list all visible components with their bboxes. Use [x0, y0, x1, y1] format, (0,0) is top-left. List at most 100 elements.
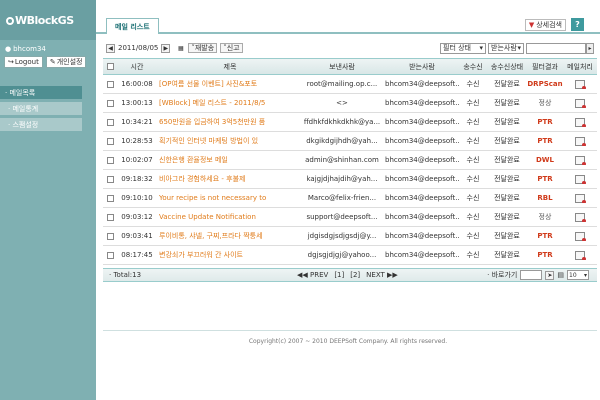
logout-button[interactable]: ↪ Logout — [4, 56, 43, 68]
mail-action-button[interactable] — [563, 117, 597, 127]
mail-action-button[interactable] — [563, 193, 597, 203]
row-checkbox[interactable] — [103, 232, 117, 240]
sidebar-item-label: · 스팸설정 — [8, 120, 39, 129]
chevron-down-icon: ▾ — [479, 44, 483, 52]
subject-link[interactable]: 루이비통, 샤넬, 구찌,프라다 짝퉁세 — [157, 231, 301, 241]
row-checkbox[interactable] — [103, 156, 117, 164]
prev-page-link[interactable]: ◀◀ PREV — [297, 271, 328, 279]
row-checkbox[interactable] — [103, 118, 117, 126]
detail-search-button[interactable]: ▼ 상세검색 — [524, 19, 566, 31]
direction-cell: 수신 — [466, 99, 480, 107]
pagination-bar: · Total:13 ◀◀ PREV [1] [2] NEXT ▶▶ · 바로가… — [103, 268, 597, 282]
subject-link[interactable]: 변강쇠가 부끄러워 간 사이트 — [157, 250, 301, 260]
table-row[interactable]: 09:03:12 Vaccine Update Notification suppo… — [103, 208, 597, 227]
row-checkbox[interactable] — [103, 80, 117, 88]
time-cell: 10:28:53 — [121, 137, 153, 145]
table-row[interactable]: 10:02:07 신한은행 환율정보 메일 admin@shinhan.com bhc… — [103, 151, 597, 170]
resend-button[interactable]: ˅ 재발송 — [188, 43, 218, 53]
sidebar-item-label: · 메일목록 — [5, 88, 36, 97]
date-display: 2011/08/05 — [118, 44, 159, 52]
time-cell: 09:03:41 — [121, 232, 153, 240]
calendar-button[interactable]: ▦ — [176, 44, 185, 53]
page-size-select[interactable]: 10 ▾ — [567, 270, 589, 280]
goto-button[interactable]: ➤ — [545, 270, 555, 280]
direction-cell: 수신 — [466, 213, 480, 221]
table-row[interactable]: 10:34:21 650만원을 입금하여 3억5천만원 품 ffdhkfdkhkdk… — [103, 113, 597, 132]
time-cell: 08:17:45 — [121, 251, 153, 259]
search-button[interactable]: ▸ — [586, 42, 594, 54]
search-input[interactable] — [526, 42, 586, 54]
mail-action-button[interactable] — [563, 98, 597, 108]
sender-cell: dgjsgjdjgj@yahoo... — [307, 251, 377, 259]
mail-action-button[interactable] — [563, 155, 597, 165]
help-button[interactable]: ? — [571, 18, 584, 31]
table-row[interactable]: 10:28:53 획기적인 인터넷 마케팅 방법이 있 dkgikdgijhdh@y… — [103, 132, 597, 151]
search-icon: ▸ — [588, 44, 592, 52]
status-cell: 전달완료 — [494, 99, 520, 107]
mail-action-button[interactable] — [563, 79, 597, 89]
row-checkbox[interactable] — [103, 213, 117, 221]
row-checkbox[interactable] — [103, 99, 117, 107]
mail-action-button[interactable] — [563, 231, 597, 241]
time-cell: 10:02:07 — [121, 156, 153, 164]
mail-action-button[interactable] — [563, 136, 597, 146]
sidebar-item-mail-list[interactable]: · 메일목록 — [0, 86, 82, 99]
page-link[interactable]: [1] — [334, 271, 344, 279]
sidebar-item-mail-stats[interactable]: · 메일통계 — [0, 102, 82, 115]
mail-action-button[interactable] — [563, 212, 597, 222]
filter-status-select[interactable]: 필터 상태 ▾ — [440, 42, 486, 54]
row-checkbox[interactable] — [103, 251, 117, 259]
mail-action-button[interactable] — [563, 250, 597, 260]
subject-link[interactable]: [OP여름 선물 이벤트] 사진&포토 — [157, 79, 301, 89]
next-date-button[interactable]: ▶ — [161, 43, 171, 53]
subject-link[interactable]: 650만원을 입금하여 3억5천만원 품 — [157, 117, 301, 127]
pagination: ◀◀ PREV [1] [2] NEXT ▶▶ — [297, 271, 398, 279]
filter-result-cell: 정상 — [538, 99, 552, 107]
subject-link[interactable]: 획기적인 인터넷 마케팅 방법이 있 — [157, 136, 301, 146]
mail-action-icon — [575, 174, 586, 184]
checkbox-box — [106, 156, 114, 164]
table-row[interactable]: 16:00:08 [OP여름 선물 이벤트] 사진&포토 root@mailing.… — [103, 75, 597, 94]
filter-result-cell: PTR — [537, 175, 553, 183]
subject-link[interactable]: 비아그라 경험하세요 - 후불제 — [157, 174, 301, 184]
sidebar-item-spam-settings[interactable]: · 스팸설정 — [0, 118, 82, 131]
recipient-cell: bhcom34@deepsoft... — [385, 156, 459, 164]
prev-date-button[interactable]: ◀ — [106, 43, 115, 53]
report-button[interactable]: ˅ 신고 — [220, 43, 243, 53]
subject-link[interactable]: Vaccine Update Notification — [157, 213, 301, 221]
resend-label: 재발송 — [194, 44, 215, 52]
recipient-select[interactable]: 받는사람 ▾ — [488, 42, 524, 54]
settings-button[interactable]: ✎ 개인설정 — [45, 56, 87, 68]
subject-link[interactable]: [WBlock] 메일 리스트 - 2011/8/5 — [157, 98, 301, 108]
select-all-checkbox[interactable] — [103, 63, 117, 70]
filter-result-cell: PTR — [537, 118, 553, 126]
recipient-select-value: 받는사람 — [491, 44, 517, 52]
time-cell: 13:00:13 — [121, 99, 153, 107]
table-row[interactable]: 08:17:45 변강쇠가 부끄러워 간 사이트 dgjsgjdjgj@yahoo.… — [103, 246, 597, 265]
page-link[interactable]: [2] — [350, 271, 360, 279]
status-cell: 전달완료 — [494, 232, 520, 240]
row-checkbox[interactable] — [103, 137, 117, 145]
table-row[interactable]: 09:03:41 루이비통, 샤넬, 구찌,프라다 짝퉁세 jdgisdgjsdjg… — [103, 227, 597, 246]
table-row[interactable]: 09:18:32 비아그라 경험하세요 - 후불제 kajgjdjhajdih@ya… — [103, 170, 597, 189]
checkbox-box — [106, 118, 114, 126]
row-checkbox[interactable] — [103, 194, 117, 202]
chevron-left-icon: ◀ — [108, 44, 113, 52]
recipient-cell: bhcom34@deepsoft... — [385, 80, 459, 88]
subject-link[interactable]: Your recipe is not necessary to — [157, 194, 301, 202]
row-checkbox[interactable] — [103, 175, 117, 183]
settings-icon: ✎ — [49, 58, 56, 66]
page-size-value: 10 — [569, 271, 577, 279]
next-page-link[interactable]: NEXT ▶▶ — [366, 271, 398, 279]
direction-cell: 수신 — [466, 251, 480, 259]
subject-link[interactable]: 신한은행 환율정보 메일 — [157, 155, 301, 165]
table-row[interactable]: 13:00:13 [WBlock] 메일 리스트 - 2011/8/5 <> bhco… — [103, 94, 597, 113]
table-row[interactable]: 09:10:10 Your recipe is not necessary to M… — [103, 189, 597, 208]
mail-action-button[interactable] — [563, 174, 597, 184]
recipient-cell: bhcom34@deepsoft... — [385, 99, 459, 107]
tab-label: 메일 리스트 — [115, 22, 150, 31]
goto-page-input[interactable] — [520, 270, 543, 280]
mail-action-icon — [575, 231, 586, 241]
tab-mail-list[interactable]: 메일 리스트 — [106, 18, 159, 34]
filter-result-cell: RBL — [537, 194, 553, 202]
